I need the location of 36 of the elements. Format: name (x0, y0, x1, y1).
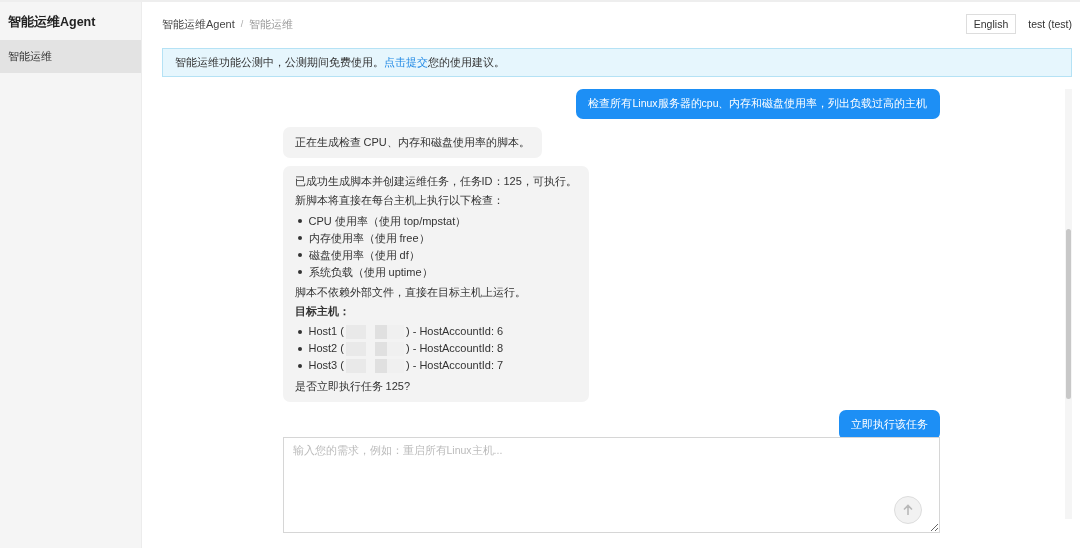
breadcrumb-item: 智能运维 (249, 16, 294, 32)
bullet-icon (297, 364, 302, 369)
app-title: 智能运维Agent (7, 14, 97, 31)
user-message: 立即执行该任务 (838, 410, 940, 437)
message-heading: 目标主机： (294, 304, 351, 320)
bullet-icon (297, 253, 302, 258)
breadcrumb-separator: / (240, 19, 244, 29)
bullet-icon (297, 347, 302, 352)
breadcrumb-item[interactable]: 智能运维Agent (162, 16, 235, 32)
notice-text: 智能运维功能公测中，公测期间免费使用。点击提交您的使用建议。 (175, 55, 505, 70)
user-message: 检查所有Linux服务器的cpu、内存和磁盘使用率，列出负载过高的主机 (576, 89, 940, 119)
scrollbar[interactable] (1065, 89, 1072, 519)
list-item: 磁盘使用率（使用 df） (308, 247, 420, 263)
message-text: 新脚本将直接在每台主机上执行以下检查： (294, 193, 505, 209)
feedback-link[interactable]: 点击提交 (384, 56, 428, 68)
bullet-icon (297, 236, 302, 241)
host-name: Host3 ( (308, 358, 344, 374)
message-text: 脚本不依赖外部文件，直接在目标主机上运行。 (294, 284, 527, 300)
language-button[interactable]: English (965, 14, 1017, 34)
host-name: Host1 ( (308, 324, 344, 340)
message-text: 已成功生成脚本并创建运维任务，任务ID：125，可执行。 (294, 174, 577, 190)
host-account-id: ) - HostAccountId: 7 (405, 358, 504, 374)
list-item: CPU 使用率（使用 top/mpstat） (308, 213, 467, 229)
list-item: 内存使用率（使用 free） (308, 230, 430, 246)
list-item: 系统负载（使用 uptime） (308, 264, 433, 280)
message-text: 是否立即执行任务 125? (294, 378, 412, 394)
user-name[interactable]: test (test) (1028, 18, 1072, 30)
arrow-up-icon (901, 504, 914, 516)
host-account-id: ) - HostAccountId: 6 (405, 324, 504, 340)
bullet-icon (297, 330, 302, 335)
host-name: Host2 ( (308, 341, 344, 357)
host-account-id: ) - HostAccountId: 8 (405, 341, 504, 357)
bullet-icon (297, 219, 302, 224)
message-text: 正在生成检查 CPU、内存和磁盘使用率的脚本。 (294, 134, 530, 150)
bullet-icon (297, 270, 302, 275)
sidebar-item[interactable]: 智能运维 (0, 40, 141, 73)
